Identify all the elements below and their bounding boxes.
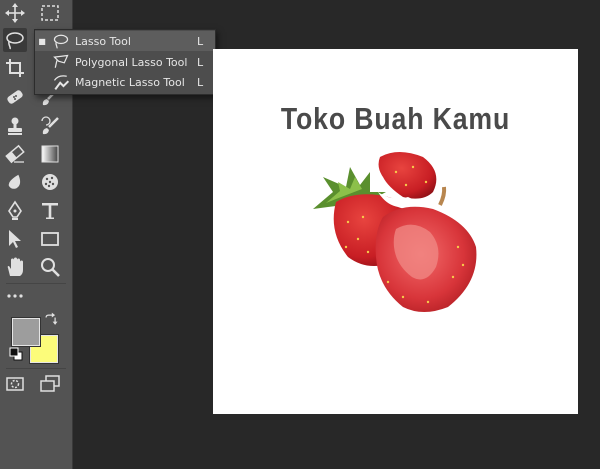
- eraser-icon[interactable]: [3, 142, 27, 166]
- strawberry-illustration: [313, 152, 477, 312]
- foreground-color-swatch[interactable]: [12, 318, 40, 346]
- sponge-icon[interactable]: [38, 170, 62, 194]
- history-brush-icon[interactable]: [38, 114, 62, 138]
- menu-item-polygonal-lasso-tool[interactable]: Polygonal Lasso Tool L: [35, 52, 215, 72]
- document-canvas[interactable]: Toko Buah Kamu: [213, 49, 578, 414]
- rectangular-marquee-icon[interactable]: [38, 1, 62, 25]
- zoom-icon[interactable]: [38, 255, 62, 279]
- selected-indicator-icon: ■: [38, 36, 46, 46]
- menu-item-label: Polygonal Lasso Tool: [75, 55, 188, 69]
- hand-icon[interactable]: [3, 255, 27, 279]
- path-selection-icon[interactable]: [3, 227, 27, 251]
- menu-item-label: Lasso Tool: [75, 34, 131, 48]
- blur-icon[interactable]: [3, 170, 27, 194]
- crop-icon[interactable]: [3, 56, 27, 80]
- lasso-tools-flyout: ■ Lasso Tool L Polygonal Lasso Tool L Ma…: [34, 29, 216, 95]
- canvas-title-text: Toko Buah Kamu: [280, 101, 511, 136]
- menu-item-label: Magnetic Lasso Tool: [75, 75, 185, 89]
- lasso-icon: [49, 31, 73, 51]
- menu-item-lasso-tool[interactable]: ■ Lasso Tool L: [35, 31, 215, 51]
- menu-item-shortcut: L: [197, 34, 204, 48]
- lasso-icon[interactable]: [3, 28, 27, 52]
- menu-item-magnetic-lasso-tool[interactable]: Magnetic Lasso Tool L: [35, 72, 215, 92]
- rectangle-shape-icon[interactable]: [38, 227, 62, 251]
- gradient-icon[interactable]: [38, 142, 62, 166]
- clone-stamp-icon[interactable]: [3, 114, 27, 138]
- spot-healing-brush-icon[interactable]: [3, 85, 27, 109]
- toolbar-divider: [6, 368, 66, 369]
- screen-mode-icon[interactable]: [38, 372, 62, 396]
- magnetic-lasso-icon: [49, 72, 73, 92]
- quick-mask-icon[interactable]: [3, 372, 27, 396]
- default-colors-icon[interactable]: [8, 346, 24, 362]
- swap-colors-icon[interactable]: [42, 311, 60, 329]
- more-tools-icon[interactable]: [3, 284, 27, 308]
- pen-icon[interactable]: [3, 199, 27, 223]
- move-icon[interactable]: [3, 1, 27, 25]
- polygonal-lasso-icon: [49, 52, 73, 72]
- type-icon[interactable]: [38, 199, 62, 223]
